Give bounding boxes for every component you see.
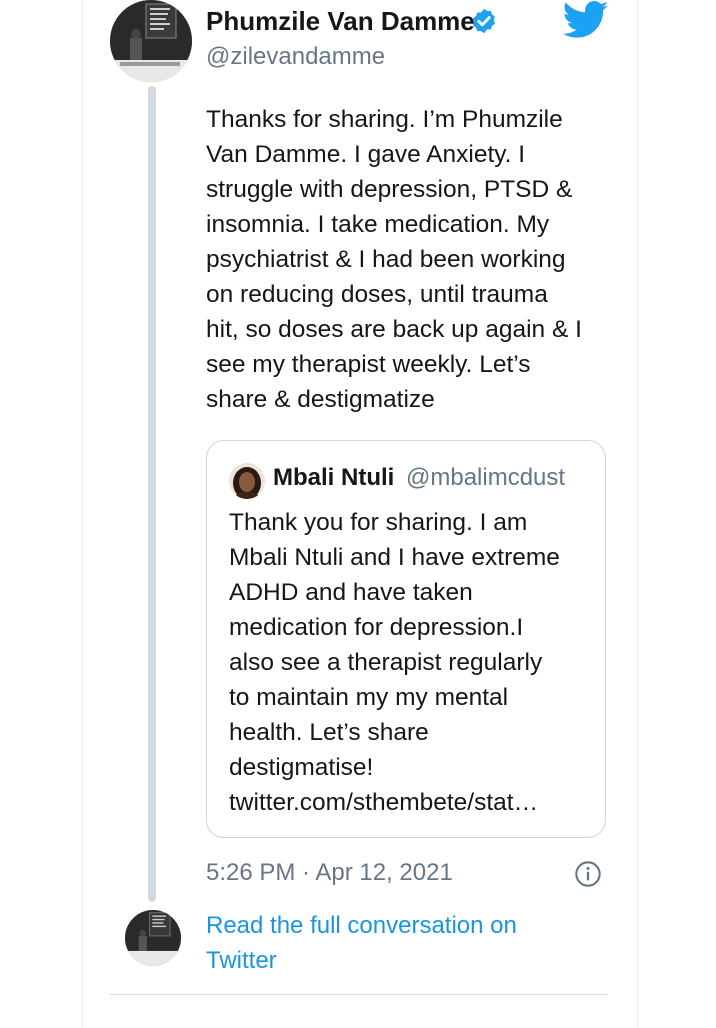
tweet-text-line: hit, so doses are back up again & I: [206, 316, 582, 343]
conversation-avatar: [125, 910, 181, 966]
quoted-author-name: Mbali Ntuli: [273, 464, 395, 491]
tweet-timestamp[interactable]: 5:26 PM · Apr 12, 2021: [206, 856, 453, 890]
quoted-text-line: to maintain my my mental: [229, 684, 509, 711]
twitter-bird-icon[interactable]: [563, 0, 609, 40]
quoted-author-avatar: [229, 463, 265, 499]
tweet-text-line: share & destigmatize: [206, 386, 435, 413]
tweet-text-line: Thanks for sharing. I’m Phumzile: [206, 106, 563, 133]
quoted-text-line: Thank you for sharing. I am: [229, 509, 528, 536]
author-name[interactable]: Phumzile Van Damme: [206, 6, 475, 36]
tweet-text-line: on reducing doses, until trauma: [206, 281, 548, 308]
quoted-tweet-link[interactable]: twitter.com/sthembete/stat…: [229, 785, 599, 820]
tweet-text-line: see my therapist weekly. Let’s: [206, 351, 531, 378]
tweet-text-line: psychiatrist & I had been working: [206, 246, 566, 273]
avatar-image: [110, 0, 192, 82]
quoted-text-line: destigmatise!: [229, 754, 374, 781]
avatar-image: [125, 910, 181, 966]
tweet-text-line: insomnia. I take medication. My: [206, 211, 550, 238]
quoted-tweet-card[interactable]: Mbali Ntuli @mbalimcdust Thank you for s…: [206, 440, 606, 838]
tweet-text-line: Van Damme. I gave Anxiety. I: [206, 141, 526, 168]
tweet-text-line: struggle with depression, PTSD &: [206, 176, 573, 203]
quoted-author-handle: @mbalimcdust: [406, 464, 566, 491]
author-avatar[interactable]: [110, 0, 192, 82]
thread-connector-line: [148, 86, 156, 902]
info-icon[interactable]: [574, 860, 602, 888]
quoted-text-line: ADHD and have taken: [229, 579, 473, 606]
quoted-text-line: medication for depression.I: [229, 614, 524, 641]
read-full-conversation-link[interactable]: Read the full conversation on Twitter: [206, 908, 517, 978]
verified-badge-icon: [473, 8, 495, 34]
quoted-text-line: Mbali Ntuli and I have extreme: [229, 544, 560, 571]
divider: [110, 994, 608, 995]
quoted-avatar-image: [229, 463, 265, 499]
quoted-tweet-body: Thank you for sharing. I am Mbali Ntuli …: [229, 505, 599, 820]
quoted-text-line: also see a therapist regularly: [229, 649, 543, 676]
tweet-body: Thanks for sharing. I’m Phumzile Van Dam…: [206, 102, 616, 417]
read-link-line: Read the full conversation on: [206, 912, 517, 939]
author-handle[interactable]: @zilevandamme: [206, 42, 385, 72]
read-link-line: Twitter: [206, 947, 277, 974]
quoted-text-line: health. Let’s share: [229, 719, 429, 746]
